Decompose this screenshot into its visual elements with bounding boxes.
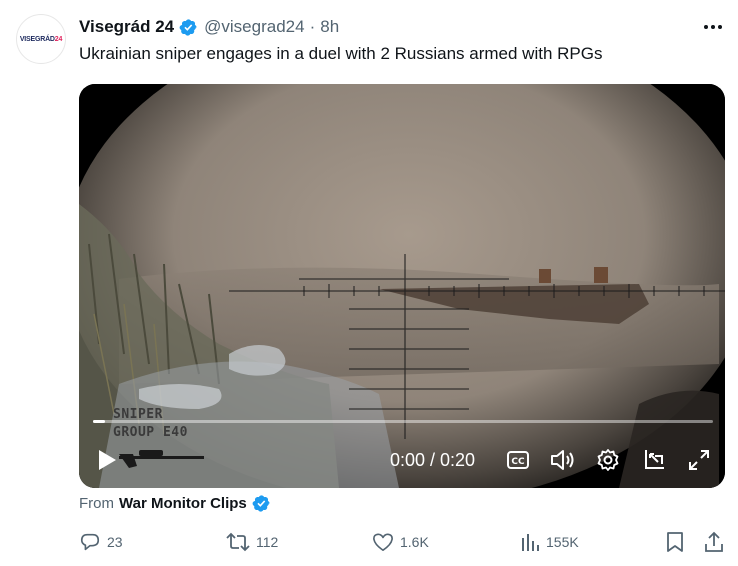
attribution-source-link[interactable]: War Monitor Clips: [119, 495, 247, 512]
video-attribution: From War Monitor Clips: [79, 494, 271, 513]
verified-icon: [252, 495, 270, 512]
captions-button[interactable]: CC: [505, 442, 531, 478]
views-button[interactable]: 155K: [520, 528, 579, 556]
progress-bar[interactable]: [93, 420, 713, 423]
svg-text:CC: CC: [511, 457, 525, 467]
bookmark-icon: [667, 532, 683, 552]
play-icon: [99, 450, 116, 470]
avatar-logo: VISEGRÁD24: [19, 35, 63, 43]
views-icon: [522, 534, 539, 551]
repost-count: 112: [256, 534, 279, 550]
bookmark-button[interactable]: [666, 528, 690, 556]
avatar[interactable]: VISEGRÁD24: [16, 14, 66, 64]
settings-icon: [597, 449, 619, 471]
attribution-prefix: From: [79, 495, 114, 512]
progress-fill: [93, 420, 106, 423]
share-button[interactable]: [704, 528, 730, 556]
verified-icon: [179, 18, 197, 36]
settings-button[interactable]: [594, 442, 622, 478]
timestamp[interactable]: 8h: [320, 17, 339, 37]
reply-icon: [80, 533, 100, 551]
action-bar: 23 112 1.6K 155K: [0, 528, 738, 556]
volume-icon: [551, 450, 574, 470]
more-button[interactable]: [702, 17, 724, 37]
repost-icon: [226, 532, 250, 552]
reply-button[interactable]: 23: [79, 528, 123, 556]
like-count: 1.6K: [400, 534, 429, 550]
like-icon: [373, 533, 393, 551]
volume-button[interactable]: [549, 442, 577, 478]
repost-button[interactable]: 112: [226, 528, 278, 556]
separator: ·: [309, 17, 316, 36]
reply-count: 23: [107, 534, 123, 550]
cc-icon: CC: [507, 451, 529, 469]
video-controls: 0:00 / 0:20 CC: [79, 442, 725, 478]
fullscreen-icon: [689, 450, 709, 470]
minimize-icon: [645, 450, 664, 469]
more-icon: [704, 25, 722, 29]
play-button[interactable]: [93, 442, 121, 478]
author-name[interactable]: Visegrád 24: [79, 17, 174, 37]
timecode: 0:00 / 0:20: [390, 450, 476, 470]
video-player[interactable]: SNIPER GROUP E40 0:00 / 0:20 CC: [79, 84, 725, 488]
tweet-header: Visegrád 24 @visegrad24 · 8h: [79, 16, 339, 38]
views-count: 155K: [546, 534, 579, 550]
author-handle[interactable]: @visegrad24: [204, 17, 304, 37]
minimize-button[interactable]: [640, 442, 668, 478]
fullscreen-button[interactable]: [685, 442, 713, 478]
sniper-group-watermark: SNIPER GROUP E40: [113, 407, 188, 440]
tweet-text: Ukrainian sniper engages in a duel with …: [79, 44, 603, 63]
like-button[interactable]: 1.6K: [372, 528, 429, 556]
share-icon: [705, 531, 723, 552]
